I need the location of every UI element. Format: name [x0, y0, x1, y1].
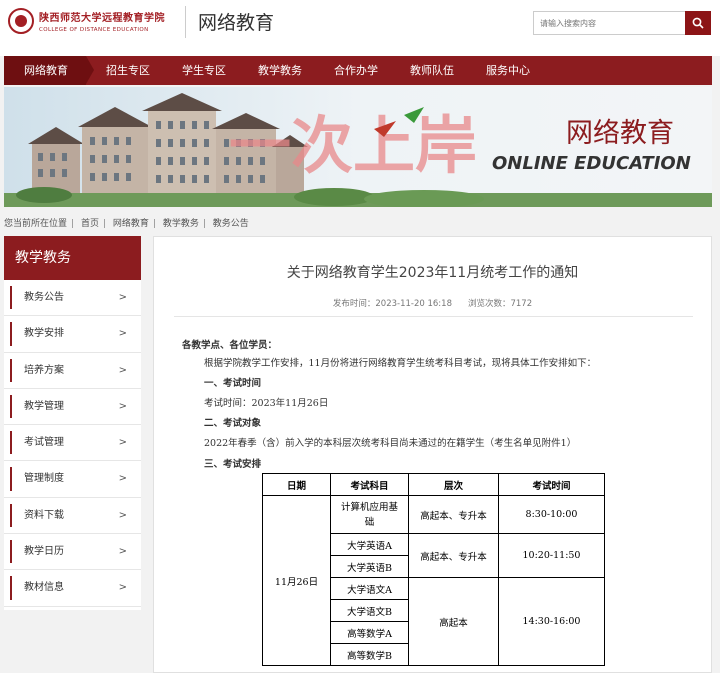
main-nav: 网络教育 招生专区 学生专区 教学教务 合作办学 教师队伍 服务中心: [4, 56, 712, 85]
table-header-subject: 考试科目: [330, 473, 409, 496]
level-cell: 高起本: [408, 577, 499, 666]
chevron-right-icon: >: [118, 292, 127, 303]
sidebar-item-label: 资料下载: [24, 509, 64, 521]
view-count: 浏览次数：7172: [467, 299, 533, 309]
sidebar-item-textbooks[interactable]: 教材信息 >: [4, 570, 141, 607]
nav-item-online-education[interactable]: 网络教育: [4, 56, 94, 85]
search-button[interactable]: [685, 11, 711, 35]
breadcrumb-online-education[interactable]: 网络教育: [113, 219, 149, 229]
section-heading-schedule: 三、考试安排: [204, 459, 262, 470]
exam-target-text: 2022年春季（含）前入学的本科层次统考科目尚未通过的在籍学生（考生名单见附件1…: [204, 438, 577, 449]
article-title: 关于网络教育学生2023年11月统考工作的通知: [286, 265, 579, 281]
banner-title-en: ONLINE EDUCATION: [492, 153, 691, 174]
sidebar-item-label: 教学安排: [24, 328, 64, 340]
level-cell: 高起本、专升本: [408, 495, 499, 534]
level-cell: 高起本、专升本: [408, 533, 499, 578]
sidebar-item-label: 教学管理: [24, 400, 64, 412]
sidebar-item-curriculum[interactable]: 培养方案 >: [4, 353, 141, 389]
sidebar: 教学教务 教务公告 > 教学安排 > 培养方案 > 教学管理 > 考试管理 > 管理制度 >…: [4, 236, 141, 610]
sidebar-item-exams[interactable]: 考试管理 >: [4, 425, 141, 462]
sidebar-item-downloads[interactable]: 资料下载 >: [4, 498, 141, 535]
table-row: 11月26日 计算机应用基础 高起本、专升本 8:30-10:00: [262, 495, 605, 666]
chevron-right-icon: >: [118, 437, 127, 449]
time-cell: 10:20-11:50: [498, 533, 605, 578]
nav-item-teaching[interactable]: 教学教务: [242, 56, 318, 85]
sidebar-item-management[interactable]: 教学管理 >: [4, 389, 141, 426]
table-header-date: 日期: [262, 473, 331, 496]
section-heading-time: 一、考试时间: [204, 378, 262, 389]
site-header: 陕西师范大学远程教育学院 COLLEGE OF DISTANCE EDUCATI…: [0, 0, 720, 56]
nav-item-service[interactable]: 服务中心: [470, 56, 546, 85]
sidebar-item-arrangement[interactable]: 教学安排 >: [4, 316, 141, 353]
table-header-level: 层次: [408, 473, 499, 496]
table-header-row: 日期 考试科目 层次 考试时间: [262, 473, 605, 496]
search-icon: [692, 17, 704, 29]
school-seal-icon: [8, 8, 34, 34]
search-input[interactable]: [533, 11, 685, 35]
sidebar-item-calendar[interactable]: 教学日历 >: [4, 534, 141, 571]
nav-item-faculty[interactable]: 教师队伍: [394, 56, 470, 85]
sidebar-item-label: 管理制度: [24, 473, 64, 485]
subject-cell: 计算机应用基础: [330, 495, 409, 534]
banner-image: 一次上岸 网络教育 ONLINE EDUCATION: [4, 87, 712, 207]
subject-cell: 大学语文A: [330, 577, 409, 600]
article-meta: 发布时间：2023-11-20 16:18 浏览次数：7172: [154, 297, 711, 309]
nav-item-cooperation[interactable]: 合作办学: [318, 56, 394, 85]
breadcrumb-notices[interactable]: 教务公告: [213, 219, 249, 229]
sidebar-title: 教学教务: [4, 236, 141, 280]
header-divider: [185, 6, 186, 38]
nav-item-students[interactable]: 学生专区: [166, 56, 242, 85]
school-name-en: COLLEGE OF DISTANCE EDUCATION: [39, 27, 149, 33]
banner-watermark: 一次上岸: [229, 109, 477, 182]
school-name-cn: 陕西师范大学远程教育学院: [39, 13, 165, 24]
chevron-right-icon: >: [118, 546, 127, 558]
subject-cell: 大学英语B: [330, 555, 409, 578]
chevron-right-icon: >: [118, 328, 127, 340]
school-name: 陕西师范大学远程教育学院 COLLEGE OF DISTANCE EDUCATI…: [39, 9, 165, 33]
publish-time: 发布时间：2023-11-20 16:18: [332, 299, 452, 309]
banner: 一次上岸 网络教育 ONLINE EDUCATION: [4, 87, 712, 207]
nav-item-admissions[interactable]: 招生专区: [90, 56, 166, 85]
school-logo[interactable]: 陕西师范大学远程教育学院 COLLEGE OF DISTANCE EDUCATI…: [8, 8, 165, 34]
subject-cell: 大学语文B: [330, 599, 409, 622]
banner-title-cn: 网络教育: [566, 118, 674, 149]
table-header-time: 考试时间: [498, 473, 605, 496]
subject-text-cont: 础: [364, 516, 375, 528]
breadcrumb-home[interactable]: 首页: [81, 219, 99, 229]
sidebar-item-label: 考试管理: [24, 437, 64, 449]
subject-text: 计算机应用基: [340, 501, 398, 513]
sidebar-item-label: 教材信息: [24, 582, 64, 594]
time-cell: 8:30-10:00: [498, 495, 605, 534]
article-panel: 关于网络教育学生2023年11月统考工作的通知 发布时间：2023-11-20 …: [153, 236, 712, 673]
article-divider: [174, 316, 693, 317]
breadcrumb-prefix: 您当前所在位置: [4, 219, 68, 229]
section-heading-target: 二、考试对象: [204, 418, 262, 429]
site-title: 网络教育: [198, 12, 275, 34]
subject-cell: 大学英语A: [330, 533, 409, 556]
sidebar-item-label: 教务公告: [24, 292, 64, 303]
chevron-right-icon: >: [118, 400, 127, 412]
article-salutation: 各教学点、各位学员：: [182, 340, 278, 351]
article-intro: 根据学院教学工作安排，11月份将进行网络教育学生统考科目考试，现将具体工作安排如…: [204, 358, 597, 369]
sidebar-item-label: 教学日历: [24, 546, 64, 558]
chevron-right-icon: >: [118, 509, 127, 521]
sidebar-item-notices[interactable]: 教务公告 >: [4, 280, 141, 317]
sidebar-item-regulations[interactable]: 管理制度 >: [4, 461, 141, 498]
chevron-right-icon: >: [118, 473, 127, 485]
chevron-right-icon: >: [118, 582, 127, 594]
breadcrumb-teaching[interactable]: 教学教务: [163, 219, 199, 229]
sidebar-item-label: 培养方案: [24, 364, 64, 376]
chevron-right-icon: >: [118, 364, 127, 376]
subject-cell: 高等数学B: [330, 643, 409, 666]
exam-time-text: 考试时间：2023年11月26日: [204, 398, 329, 409]
subject-cell: 高等数学A: [330, 621, 409, 644]
exam-schedule-table: 日期 考试科目 层次 考试时间 11月26日 计算机应用基础 高起本、专升本 8…: [262, 473, 605, 666]
exam-date-cell: 11月26日: [262, 495, 331, 666]
time-cell: 14:30-16:00: [498, 577, 605, 666]
breadcrumb: 您当前所在位置 | 首页 | 网络教育 | 教学教务 | 教务公告: [4, 219, 249, 229]
